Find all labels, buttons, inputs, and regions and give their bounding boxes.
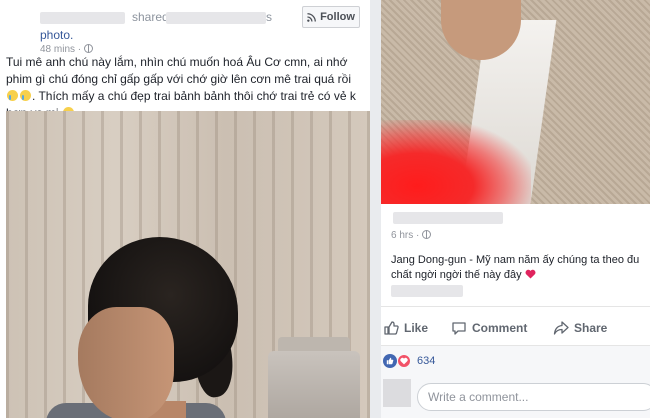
comment-label: Comment xyxy=(472,321,528,335)
comment-composer xyxy=(381,375,650,418)
post-actions: Like Comment Share xyxy=(381,314,650,342)
post-text-part-1: Tui mê anh chú này lắm, nhìn chú muốn ho… xyxy=(6,55,351,86)
share-button[interactable]: Share xyxy=(553,320,607,336)
redacted-extra-text xyxy=(391,285,463,297)
crying-emoji-icon xyxy=(20,90,31,101)
right-post-card: 6 hrs · Jang Dong-gun - Mỹ nam năm ấy ch… xyxy=(381,0,650,418)
speech-bubble-icon xyxy=(452,322,466,335)
crying-emoji-icon xyxy=(7,90,18,101)
rss-icon xyxy=(307,12,316,22)
shared-text-line-1: Jang Dong-gun - Mỹ nam năm ấy chúng ta t… xyxy=(391,254,640,266)
reaction-count: 634 xyxy=(417,354,436,367)
photo-red-glow xyxy=(381,120,531,204)
left-post-card: shared s photo. 48 mins · Follow Tui mê … xyxy=(0,0,370,418)
love-reaction-icon xyxy=(397,353,411,368)
thumbs-up-icon xyxy=(386,357,394,364)
shared-text-line-2: chất ngời ngời thế này đây xyxy=(391,269,522,281)
actions-divider xyxy=(381,306,650,307)
globe-icon xyxy=(422,230,432,239)
shared-post-photo[interactable] xyxy=(381,0,650,204)
heart-icon xyxy=(400,357,408,364)
redacted-page-name xyxy=(166,12,266,24)
comment-input[interactable] xyxy=(417,383,650,411)
photo-stone-post xyxy=(268,351,360,418)
comment-button[interactable]: Comment xyxy=(451,320,527,336)
shared-post-text: Jang Dong-gun - Mỹ nam năm ấy chúng ta t… xyxy=(391,253,650,283)
shared-time-text: 6 hrs · xyxy=(391,230,420,241)
post-photo[interactable] xyxy=(6,111,370,418)
share-arrow-icon xyxy=(553,321,569,335)
follow-button[interactable]: Follow xyxy=(302,6,360,28)
like-button[interactable]: Like xyxy=(383,320,428,336)
like-reaction-icon xyxy=(383,353,397,368)
like-label: Like xyxy=(404,321,429,335)
share-label: Share xyxy=(574,321,608,335)
shared-post-timestamp[interactable]: 6 hrs · xyxy=(391,230,432,241)
avatar xyxy=(383,379,411,407)
globe-icon xyxy=(84,44,94,53)
screenshot-stage: shared s photo. 48 mins · Follow Tui mê … xyxy=(0,0,650,418)
reactions-summary[interactable]: 634 xyxy=(381,345,650,375)
thumbs-up-icon xyxy=(384,321,399,335)
follow-label: Follow xyxy=(320,11,355,23)
redacted-shared-author xyxy=(393,212,503,224)
possessive-s-text: s xyxy=(266,10,272,24)
heart-icon xyxy=(525,269,536,279)
shared-text-line-2-wrap: chất ngời ngời thế này đây xyxy=(391,268,650,283)
shared-text: shared xyxy=(132,10,169,24)
redacted-author-name xyxy=(40,12,125,24)
photo-link[interactable]: photo. xyxy=(40,28,73,42)
photo-face xyxy=(78,307,174,418)
